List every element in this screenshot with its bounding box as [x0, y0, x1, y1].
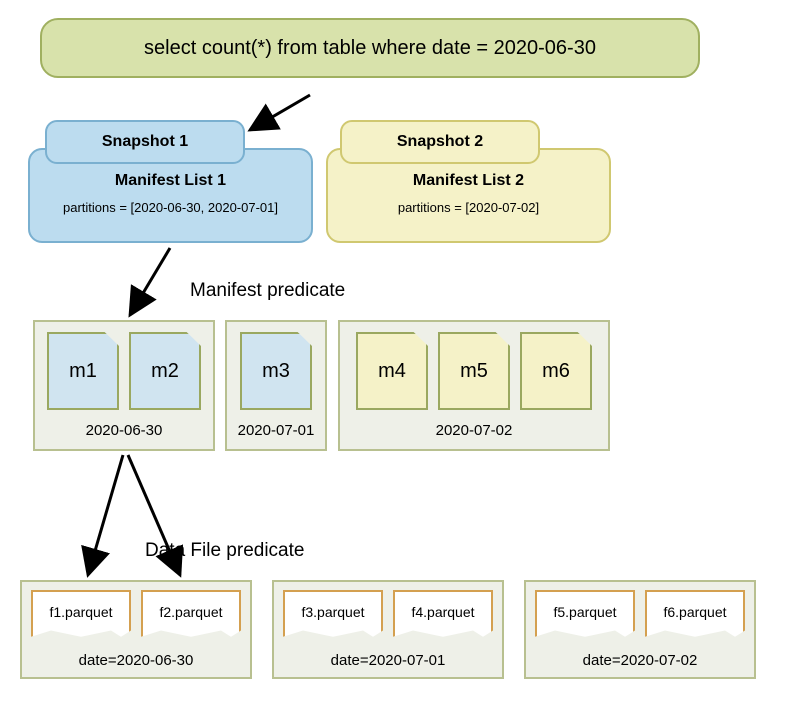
data-file-f4: f4.parquet — [393, 590, 493, 642]
manifest-group-3-date: 2020-07-02 — [350, 418, 598, 443]
data-file-f1: f1.parquet — [31, 590, 131, 642]
file-group-1-date: date=2020-06-30 — [30, 648, 242, 673]
data-file-f2: f2.parquet — [141, 590, 241, 642]
manifest-list-2-title: Manifest List 2 — [328, 172, 609, 190]
data-file-f3: f3.parquet — [283, 590, 383, 642]
manifest-group-3: m4 m5 m6 2020-07-02 — [338, 320, 610, 451]
manifest-group-1: m1 m2 2020-06-30 — [33, 320, 215, 451]
manifest-predicate-label: Manifest predicate — [190, 280, 345, 302]
manifest-list-1-title: Manifest List 1 — [30, 172, 311, 190]
file-group-3-date: date=2020-07-02 — [534, 648, 746, 673]
manifest-file-m5: m5 — [438, 332, 510, 410]
arrow-datafile-left — [88, 455, 123, 575]
data-file-predicate-label: Data File predicate — [145, 540, 304, 562]
file-group-1: f1.parquet f2.parquet date=2020-06-30 — [20, 580, 252, 679]
snapshot-1: Snapshot 1 — [45, 120, 245, 164]
manifest-group-2-date: 2020-07-01 — [237, 418, 315, 443]
data-file-f6: f6.parquet — [645, 590, 745, 642]
arrow-manifest-predicate — [130, 248, 170, 315]
manifest-file-m6: m6 — [520, 332, 592, 410]
file-group-2: f3.parquet f4.parquet date=2020-07-01 — [272, 580, 504, 679]
manifest-group-1-date: 2020-06-30 — [45, 418, 203, 443]
snapshot-2: Snapshot 2 — [340, 120, 540, 164]
query-box: select count(*) from table where date = … — [40, 18, 700, 78]
manifest-file-m4: m4 — [356, 332, 428, 410]
manifest-list-1-partitions: partitions = [2020-06-30, 2020-07-01] — [30, 200, 311, 215]
manifest-file-m3: m3 — [240, 332, 312, 410]
file-group-3: f5.parquet f6.parquet date=2020-07-02 — [524, 580, 756, 679]
manifest-list-2-partitions: partitions = [2020-07-02] — [328, 200, 609, 215]
manifest-file-m2: m2 — [129, 332, 201, 410]
file-group-2-date: date=2020-07-01 — [282, 648, 494, 673]
manifest-file-m1: m1 — [47, 332, 119, 410]
data-file-f5: f5.parquet — [535, 590, 635, 642]
manifest-group-2: m3 2020-07-01 — [225, 320, 327, 451]
arrow-query-to-snapshot — [250, 95, 310, 130]
